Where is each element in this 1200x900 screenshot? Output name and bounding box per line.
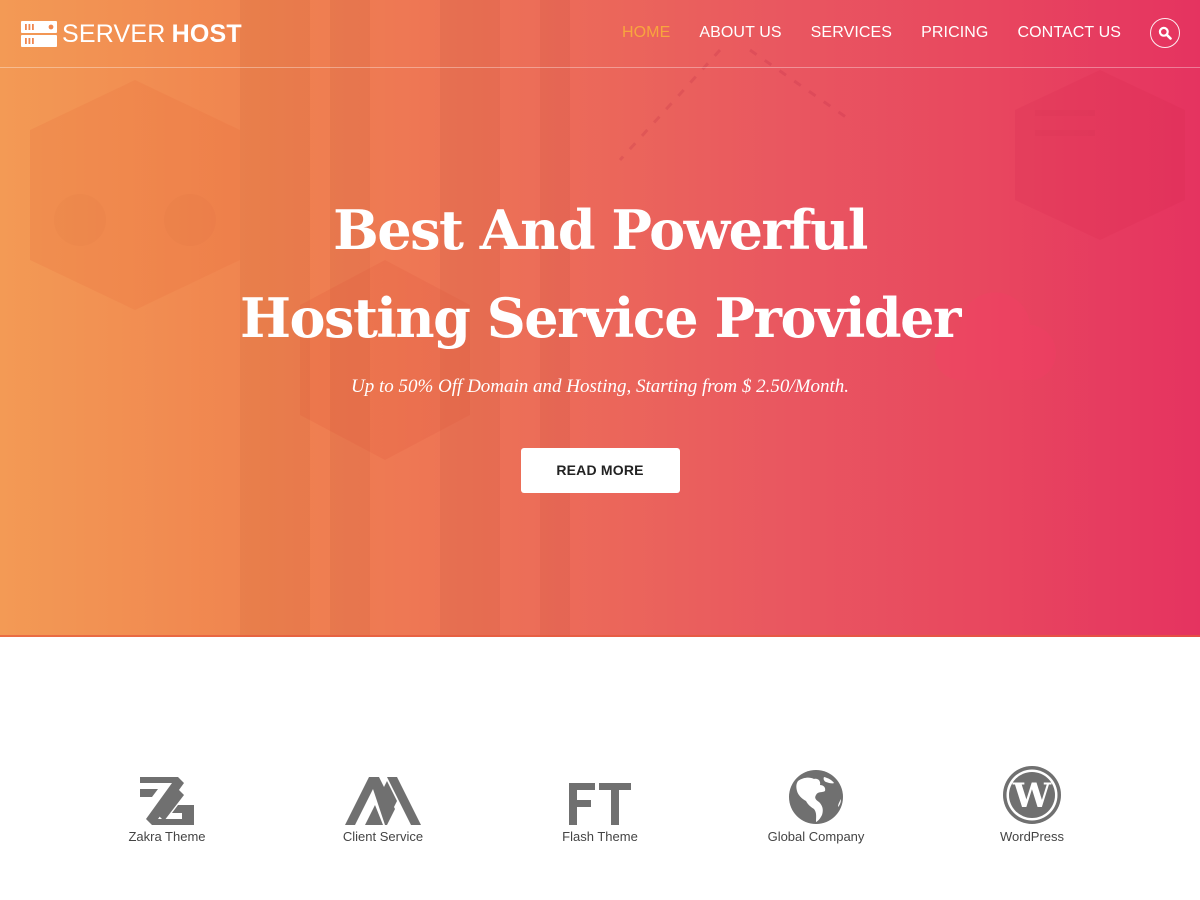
search-icon <box>1158 26 1172 40</box>
client-logo-wordpress[interactable]: W WordPress <box>932 755 1132 846</box>
client-service-logo-icon <box>345 777 421 825</box>
client-logo-global-company[interactable]: Global Company <box>716 755 916 846</box>
server-icon <box>21 21 57 47</box>
nav-item-pricing[interactable]: PRICING <box>921 22 988 44</box>
nav-item-contact-us[interactable]: CONTACT US <box>1017 22 1121 44</box>
brand-name: SERVER HOST <box>62 19 242 49</box>
search-button[interactable] <box>1150 18 1180 48</box>
client-logo-flash-theme[interactable]: Flash Theme <box>500 755 700 846</box>
client-label: Flash Theme <box>562 829 638 844</box>
nav-item-home[interactable]: HOME <box>622 22 670 44</box>
client-label: WordPress <box>999 829 1065 844</box>
svg-text:W: W <box>1012 776 1052 816</box>
hero-section: SERVER HOST HOME ABOUT US SERVICES PRICIN… <box>0 0 1200 637</box>
hero-subtitle: Up to 50% Off Domain and Hosting, Starti… <box>350 376 850 397</box>
client-label: Global Company <box>767 829 865 844</box>
hero-title: Best And Powerful Hosting Service Provid… <box>240 198 961 350</box>
site-header: SERVER HOST HOME ABOUT US SERVICES PRICIN… <box>0 0 1200 68</box>
nav-item-about-us[interactable]: ABOUT US <box>699 22 781 44</box>
flash-theme-logo-icon <box>569 783 631 825</box>
brand-name-bold: HOST <box>171 20 242 48</box>
hero-bottom-border <box>0 635 1200 637</box>
wordpress-icon: W <box>1003 766 1061 824</box>
nav-item-services[interactable]: SERVICES <box>811 22 892 44</box>
globe-icon <box>789 770 843 824</box>
client-label: Client Service <box>342 829 424 844</box>
zakra-logo-icon <box>140 777 194 825</box>
client-logo-client-service[interactable]: Client Service <box>283 755 483 846</box>
site-logo[interactable]: SERVER HOST <box>20 19 242 49</box>
main-nav: HOME ABOUT US SERVICES PRICING CONTACT U… <box>593 22 1121 44</box>
read-more-button[interactable]: READ MORE <box>520 448 680 493</box>
hero-content: Best And Powerful Hosting Service Provid… <box>0 186 1200 493</box>
brand-name-light: SERVER <box>62 20 166 48</box>
client-label: Zakra Theme <box>128 829 206 844</box>
client-logo-zakra[interactable]: Zakra Theme <box>67 755 267 846</box>
